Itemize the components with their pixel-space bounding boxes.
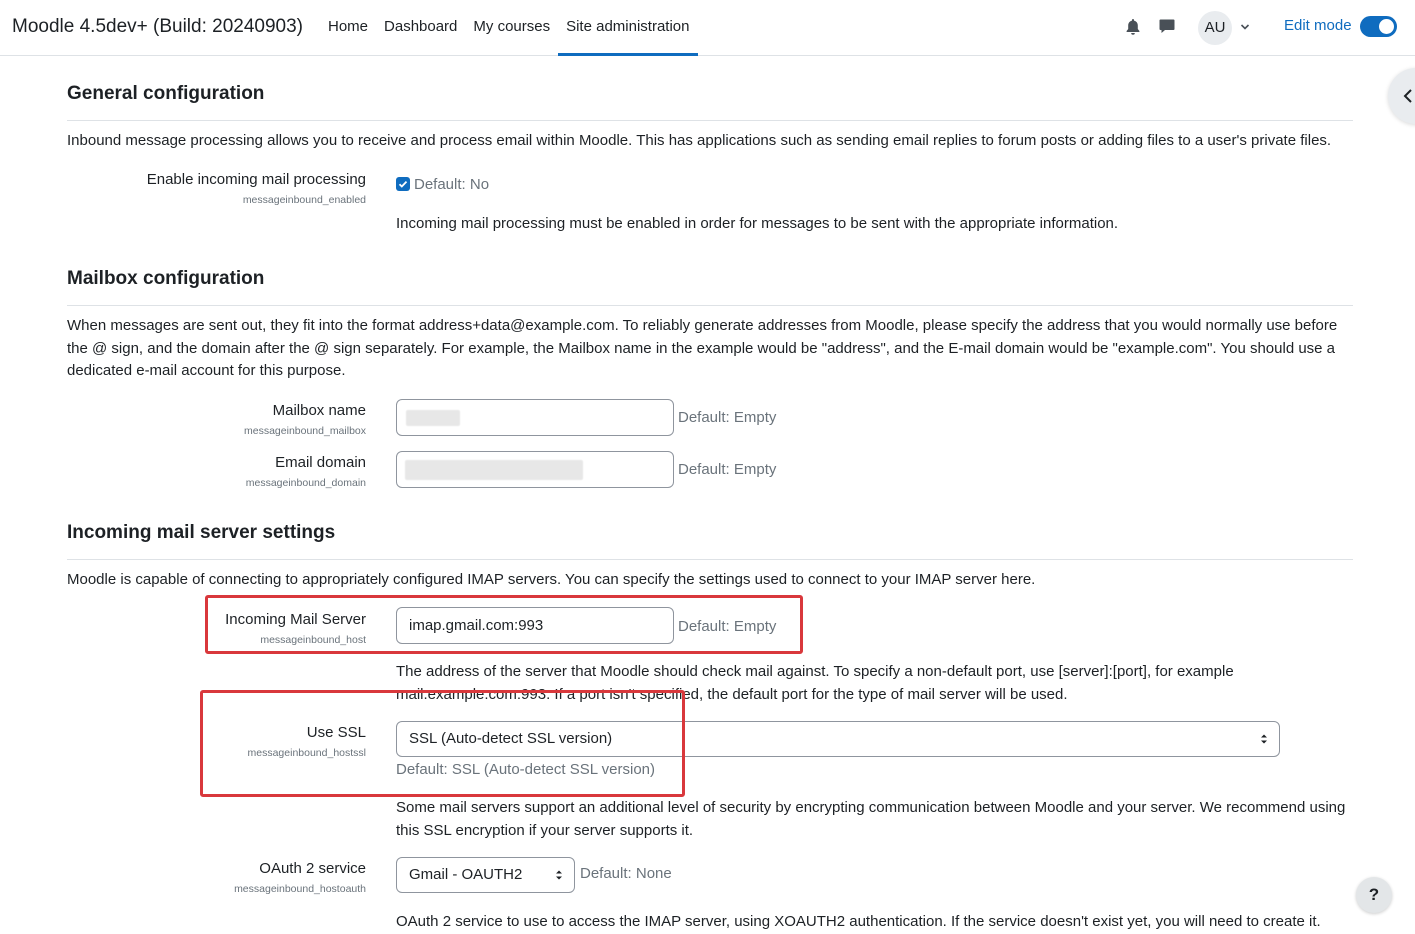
- notifications-bell-icon[interactable]: [1125, 18, 1141, 36]
- select-arrows-icon: [1261, 734, 1267, 744]
- setting-label-oauth2-service: OAuth 2 service: [259, 860, 366, 877]
- help-use-ssl-line1: Some mail servers support an additional …: [396, 799, 1346, 816]
- user-avatar[interactable]: AU: [1198, 11, 1232, 45]
- primary-navigation: Home Dashboard My courses Site administr…: [320, 0, 698, 56]
- edit-mode-label[interactable]: Edit mode: [1284, 17, 1352, 34]
- highlight-box-incoming-mail-server: [205, 595, 803, 654]
- setting-key-enable-incoming-mail: messageinbound_enabled: [242, 194, 366, 206]
- nav-home[interactable]: Home: [320, 0, 376, 56]
- oauth2-service-select[interactable]: Gmail - OAUTH2: [396, 857, 575, 893]
- nav-site-administration[interactable]: Site administration: [558, 0, 698, 56]
- redacted-value: [406, 410, 460, 426]
- section-title-general: General configuration: [67, 83, 265, 104]
- setting-key-mailbox-name: messageinbound_mailbox: [244, 425, 366, 437]
- nav-my-courses[interactable]: My courses: [465, 0, 558, 56]
- chevron-left-icon: [1403, 89, 1412, 103]
- email-domain-input[interactable]: [396, 451, 674, 488]
- checkmark-icon: [398, 180, 408, 188]
- default-oauth2-service: Default: None: [580, 865, 672, 882]
- help-oauth2-service: OAuth 2 service to use to access the IMA…: [396, 913, 1321, 930]
- section-title-server: Incoming mail server settings: [67, 522, 336, 543]
- section-description-server: Moodle is capable of connecting to appro…: [67, 571, 1036, 588]
- section-description-mailbox: When messages are sent out, they fit int…: [67, 317, 1338, 379]
- setting-label-mailbox-name: Mailbox name: [272, 402, 366, 419]
- open-block-drawer-button[interactable]: [1388, 68, 1415, 124]
- section-title-mailbox: Mailbox configuration: [67, 268, 265, 289]
- default-email-domain: Default: Empty: [678, 461, 777, 478]
- divider: [67, 559, 1353, 560]
- redacted-value: [405, 460, 583, 480]
- divider: [67, 120, 1353, 121]
- highlight-box-use-ssl: [200, 690, 685, 797]
- help-button[interactable]: ?: [1356, 877, 1392, 913]
- divider: [67, 305, 1353, 306]
- messages-chat-icon[interactable]: [1159, 18, 1175, 34]
- help-incoming-mail-server-line1: The address of the server that Moodle sh…: [396, 663, 1234, 680]
- site-brand[interactable]: Moodle 4.5dev+ (Build: 20240903): [12, 16, 303, 38]
- top-navbar: Moodle 4.5dev+ (Build: 20240903) Home Da…: [0, 0, 1415, 56]
- section-description-general: Inbound message processing allows you to…: [67, 132, 1332, 149]
- default-enable-incoming-mail: Default: No: [414, 176, 490, 193]
- default-mailbox-name: Default: Empty: [678, 409, 777, 426]
- mailbox-name-input[interactable]: [396, 399, 674, 436]
- setting-label-email-domain: Email domain: [275, 454, 366, 471]
- select-arrows-icon: [556, 870, 562, 880]
- setting-label-enable-incoming-mail: Enable incoming mail processing: [146, 171, 366, 188]
- setting-key-email-domain: messageinbound_domain: [245, 477, 366, 489]
- edit-mode-toggle[interactable]: [1360, 16, 1397, 37]
- chevron-down-icon[interactable]: [1240, 22, 1250, 32]
- help-use-ssl-line2: this SSL encryption if your server suppo…: [396, 822, 694, 839]
- setting-key-oauth2-service: messageinbound_hostoauth: [234, 883, 366, 895]
- nav-dashboard[interactable]: Dashboard: [376, 0, 465, 56]
- oauth2-service-selected-value: Gmail - OAUTH2: [409, 866, 523, 883]
- enable-incoming-mail-checkbox[interactable]: [396, 177, 410, 191]
- help-enable-incoming-mail: Incoming mail processing must be enabled…: [396, 215, 1119, 232]
